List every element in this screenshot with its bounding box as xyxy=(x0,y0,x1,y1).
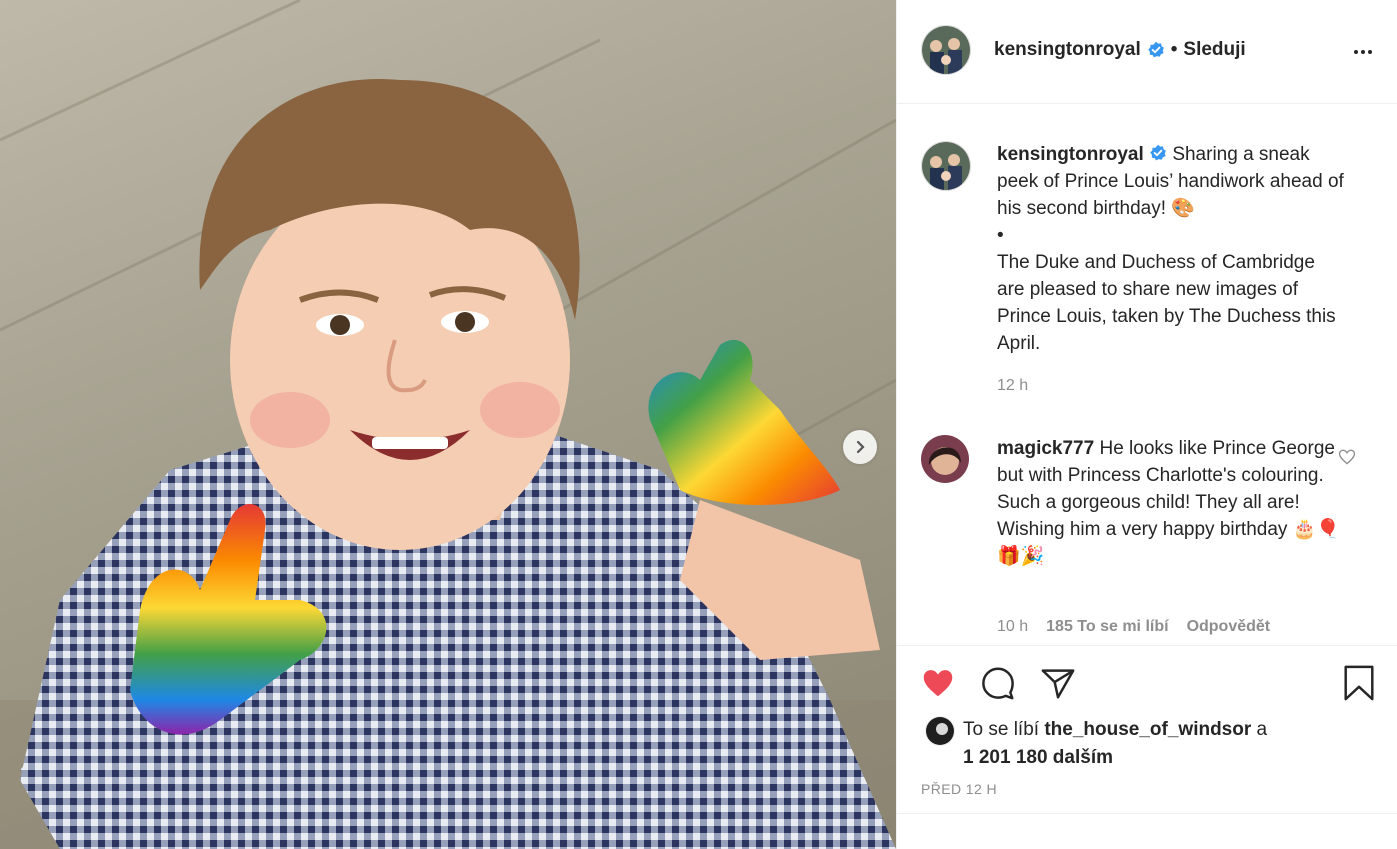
author-avatar[interactable] xyxy=(921,25,971,75)
author-line: kensingtonroyal • Sleduji xyxy=(994,39,1246,61)
next-image-button[interactable] xyxy=(843,430,877,464)
liker-photo-avatar xyxy=(925,716,955,746)
author-username[interactable]: kensingtonroyal xyxy=(994,39,1141,61)
family-photo-avatar xyxy=(922,26,970,74)
comment-timestamp: 10 h xyxy=(997,618,1029,635)
likes-prefix: To se líbí xyxy=(963,719,1040,740)
commenter-username[interactable]: magick777 xyxy=(997,438,1094,459)
photo-illustration xyxy=(0,0,896,849)
post-actions: To se líbí the_house_of_windsor a 1 201 … xyxy=(897,645,1397,813)
commenter-avatar[interactable] xyxy=(921,435,969,483)
likes-joiner: a xyxy=(1256,719,1268,740)
more-options-icon[interactable] xyxy=(1351,40,1375,64)
post-timestamp: PŘED 12 H xyxy=(921,781,997,797)
post-photo[interactable] xyxy=(0,0,896,849)
comment-bubble-icon[interactable] xyxy=(979,664,1017,702)
caption-text: kensingtonroyal Sharing a sneak peek of … xyxy=(997,141,1347,357)
verified-badge-icon xyxy=(1150,144,1166,161)
reply-button[interactable]: Odpovědět xyxy=(1187,618,1271,636)
add-comment-area[interactable] xyxy=(897,813,1397,849)
like-heart-icon[interactable] xyxy=(919,664,957,702)
caption-line-2: The Duke and Duchess of Cambridge are pl… xyxy=(997,252,1336,354)
family-photo-avatar xyxy=(922,142,970,190)
share-paper-plane-icon[interactable] xyxy=(1039,664,1077,702)
comment-text: magick777 He looks like Prince George bu… xyxy=(997,435,1347,570)
comment-like-heart-icon[interactable] xyxy=(1337,447,1357,467)
post-side-panel: kensingtonroyal • Sleduji kensingtonroya… xyxy=(896,0,1397,849)
follow-status-button[interactable]: Sleduji xyxy=(1183,39,1245,61)
save-bookmark-icon[interactable] xyxy=(1340,664,1378,702)
comments-list[interactable]: kensingtonroyal Sharing a sneak peek of … xyxy=(897,105,1397,645)
likes-count[interactable]: 1 201 180 dalším xyxy=(963,747,1113,768)
post-header: kensingtonroyal • Sleduji xyxy=(897,0,1397,104)
comment-meta: 10 h 185 To se mi líbí Odpovědět xyxy=(997,618,1270,636)
commenter-photo-avatar xyxy=(921,435,969,483)
verified-badge-icon xyxy=(1147,41,1164,58)
caption-username[interactable]: kensingtonroyal xyxy=(997,144,1144,165)
follow-separator: • xyxy=(1170,39,1178,60)
caption-bullet: • xyxy=(997,225,1004,246)
caption-timestamp: 12 h xyxy=(997,377,1029,394)
liker-username[interactable]: the_house_of_windsor xyxy=(1044,719,1251,740)
likes-summary: To se líbí the_house_of_windsor a 1 201 … xyxy=(963,716,1267,772)
comment-likes-count[interactable]: 185 To se mi líbí xyxy=(1046,618,1168,636)
liker-avatar[interactable] xyxy=(925,716,955,746)
caption-author-avatar[interactable] xyxy=(921,141,971,191)
chevron-right-icon xyxy=(856,440,865,454)
